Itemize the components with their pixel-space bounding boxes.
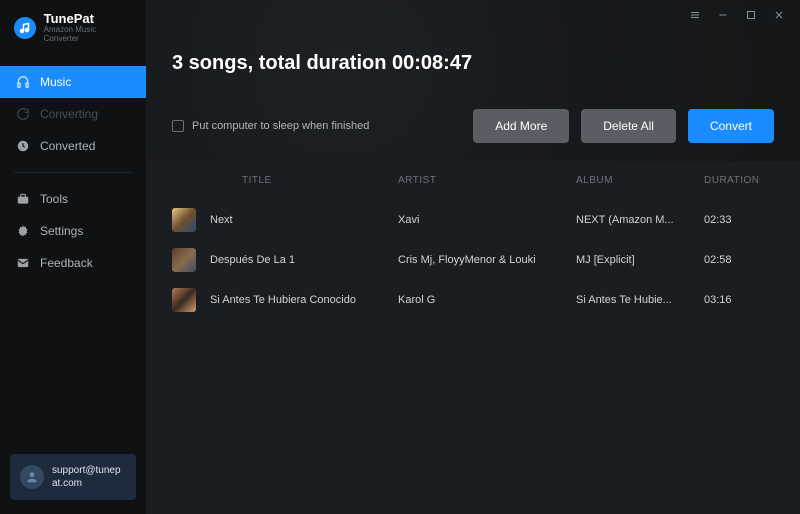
track-album: MJ [Explicit]: [576, 254, 696, 266]
brand-title: TunePat: [44, 12, 132, 26]
track-album: Si Antes Te Hubie...: [576, 294, 696, 306]
track-title: Después De La 1: [210, 254, 390, 266]
mail-icon: [16, 256, 30, 270]
support-email-line1: support@tunep: [52, 464, 121, 477]
track-album: NEXT (Amazon M...: [576, 214, 696, 226]
album-art-icon: [172, 288, 196, 312]
album-art-icon: [172, 208, 196, 232]
brand-subtitle: Amazon Music Converter: [44, 26, 132, 44]
menu-icon[interactable]: [688, 8, 702, 22]
sidebar-item-settings[interactable]: Settings: [0, 215, 146, 247]
track-title: Si Antes Te Hubiera Conocido: [210, 294, 390, 306]
summary-text: 3 songs, total duration 00:08:47: [172, 0, 774, 75]
col-album: ALBUM: [576, 175, 696, 186]
support-email-line2: at.com: [52, 477, 121, 490]
table-row[interactable]: Next Xavi NEXT (Amazon M... 02:33: [172, 200, 774, 240]
sidebar-item-label: Music: [40, 75, 71, 89]
sidebar-item-tools[interactable]: Tools: [0, 183, 146, 215]
hero: 3 songs, total duration 00:08:47 Put com…: [146, 0, 800, 161]
sleep-checkbox[interactable]: [172, 120, 184, 132]
track-artist: Karol G: [398, 294, 568, 306]
sleep-label: Put computer to sleep when finished: [192, 120, 369, 132]
sidebar-item-label: Feedback: [40, 256, 93, 270]
divider: [14, 172, 132, 173]
sleep-checkbox-row[interactable]: Put computer to sleep when finished: [172, 120, 369, 132]
album-art-icon: [172, 248, 196, 272]
support-card[interactable]: support@tunep at.com: [10, 454, 136, 500]
refresh-icon: [16, 107, 30, 121]
gear-icon: [16, 224, 30, 238]
toolbox-icon: [16, 192, 30, 206]
main: 3 songs, total duration 00:08:47 Put com…: [146, 0, 800, 514]
window-controls: [688, 8, 786, 22]
track-duration: 03:16: [704, 294, 774, 306]
track-duration: 02:58: [704, 254, 774, 266]
sidebar-item-music[interactable]: Music: [0, 66, 146, 98]
col-artist: ARTIST: [398, 175, 568, 186]
sidebar-item-converting[interactable]: Converting: [0, 98, 146, 130]
sidebar: TunePat Amazon Music Converter Music Con…: [0, 0, 146, 514]
track-artist: Xavi: [398, 214, 568, 226]
maximize-icon[interactable]: [744, 8, 758, 22]
nav: Music Converting Converted Tools Setting…: [0, 66, 146, 279]
track-artist: Cris Mj, FloyyMenor & Louki: [398, 254, 568, 266]
col-title: TITLE: [210, 175, 390, 186]
table-row[interactable]: Después De La 1 Cris Mj, FloyyMenor & Lo…: [172, 240, 774, 280]
convert-button[interactable]: Convert: [688, 109, 774, 143]
table-header: TITLE ARTIST ALBUM DURATION: [172, 161, 774, 200]
app-logo-icon: [14, 17, 36, 39]
avatar-icon: [20, 465, 44, 489]
headphones-icon: [16, 75, 30, 89]
track-duration: 02:33: [704, 214, 774, 226]
sidebar-item-label: Converted: [40, 139, 95, 153]
track-list: TITLE ARTIST ALBUM DURATION Next Xavi NE…: [146, 161, 800, 514]
sidebar-item-label: Converting: [40, 107, 98, 121]
table-row[interactable]: Si Antes Te Hubiera Conocido Karol G Si …: [172, 280, 774, 320]
sidebar-item-feedback[interactable]: Feedback: [0, 247, 146, 279]
sidebar-item-label: Tools: [40, 192, 68, 206]
delete-all-button[interactable]: Delete All: [581, 109, 676, 143]
brand: TunePat Amazon Music Converter: [0, 0, 146, 58]
track-title: Next: [210, 214, 390, 226]
clock-icon: [16, 139, 30, 153]
add-more-button[interactable]: Add More: [473, 109, 569, 143]
support-email: support@tunep at.com: [52, 464, 121, 490]
sidebar-item-label: Settings: [40, 224, 83, 238]
col-duration: DURATION: [704, 175, 774, 186]
close-icon[interactable]: [772, 8, 786, 22]
sidebar-item-converted[interactable]: Converted: [0, 130, 146, 162]
minimize-icon[interactable]: [716, 8, 730, 22]
